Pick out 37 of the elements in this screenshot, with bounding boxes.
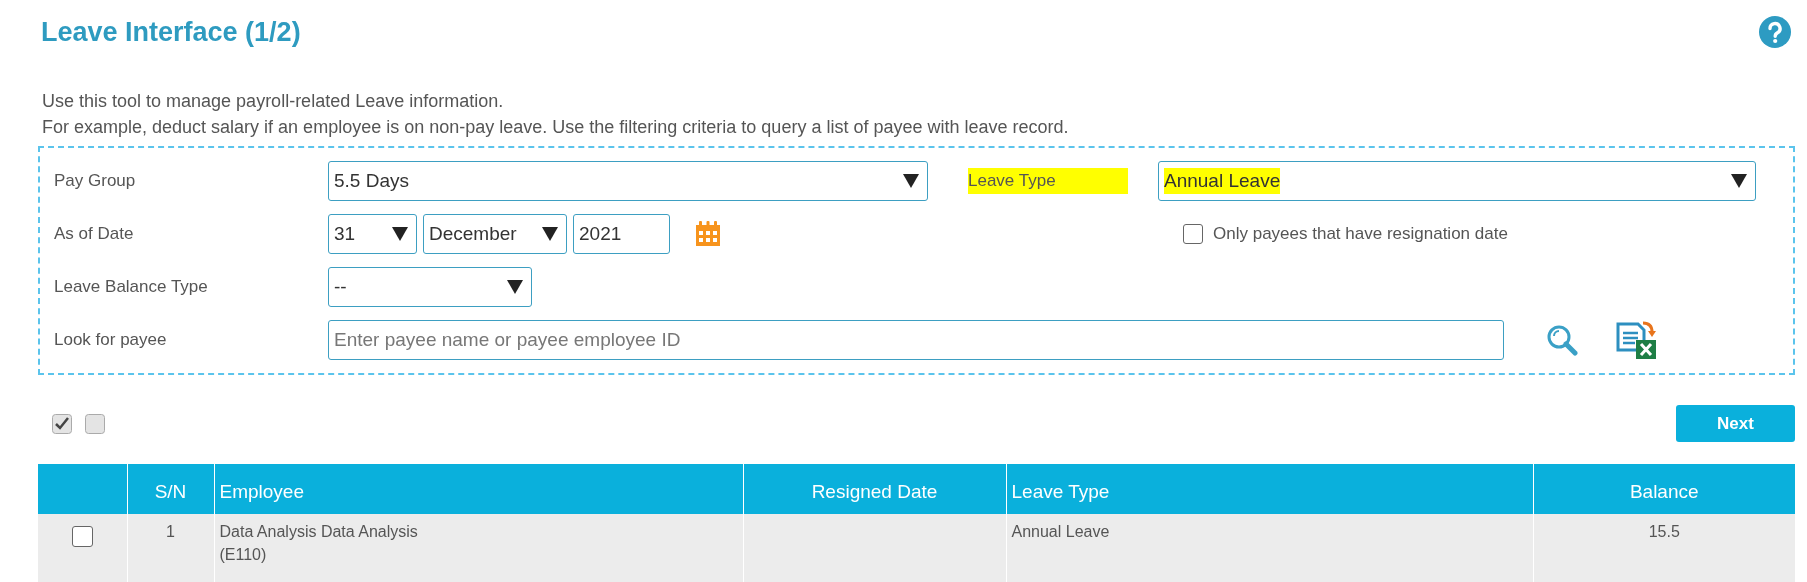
column-header: Balance [1533,464,1795,514]
field-label: Look for payee [54,329,168,350]
description-text: For example, deduct salary if an employee is on non-pay leave. Use the filtering criteria to query a list of payee with leave record. [42,116,1070,139]
caret-icon [507,278,523,295]
caret-icon [903,172,919,189]
payee-search-field[interactable]: Enter payee name or payee employee ID [328,319,1504,360]
field-label: Pay Group [54,170,137,191]
table-cell: Annual Leave [1011,523,1110,540]
employee-name: Data Analysis Data Analysis [219,522,419,542]
checkbox[interactable] [1183,223,1203,244]
check-all-icon[interactable] [52,413,72,434]
help-icon[interactable] [1759,16,1791,48]
uncheck-all-icon[interactable] [85,413,105,434]
column-header: S/N [127,464,214,514]
table-cell: 15.5 [1648,523,1680,540]
pay-group-select[interactable]: 5.5 Days [328,160,928,201]
field-label: Leave Balance Type [54,276,209,297]
employee-id: (E110) [219,545,268,565]
field-label: Leave Type [968,167,1128,194]
year-field[interactable]: 2021 [573,213,670,254]
table-cell: 1 [166,523,175,540]
field-label: As of Date [54,223,135,244]
column-header: Employee [214,464,743,514]
page-title: Leave Interface (1/2) [41,16,301,48]
leave-balance-type-select[interactable]: -- [328,266,532,307]
checkbox-label: Only payees that have resignation date [1213,223,1508,244]
month-select[interactable]: December [423,213,567,254]
column-header: Resigned Date [743,464,1006,514]
leave-type-select[interactable]: Annual Leave [1158,160,1756,201]
caret-icon [1731,172,1747,189]
row-checkbox[interactable] [71,526,93,547]
caret-icon [542,225,558,242]
caret-icon [392,225,408,242]
column-header: Leave Type [1006,464,1533,514]
search-icon[interactable] [1546,323,1578,356]
day-select[interactable]: 31 [328,213,417,254]
description-text: Use this tool to manage payroll-related Leave information. [42,90,505,113]
